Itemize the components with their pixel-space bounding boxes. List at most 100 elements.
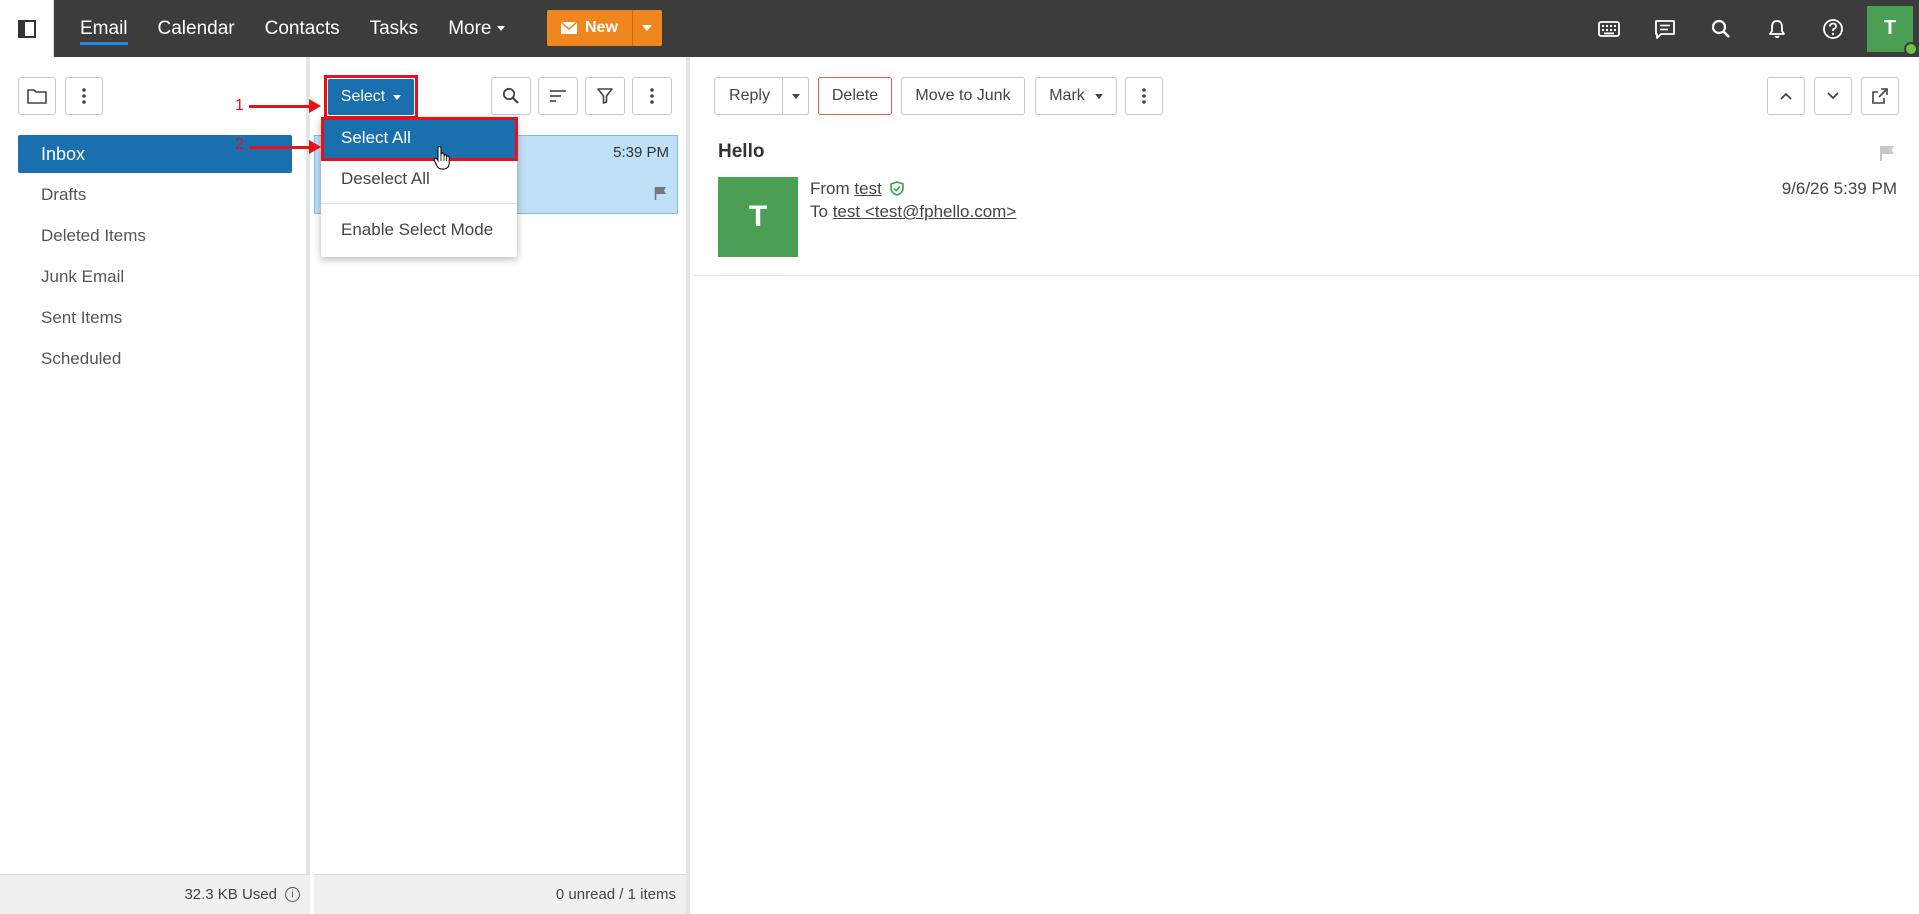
sender-name-link[interactable]: test	[854, 179, 881, 198]
menu-item-deselect-all[interactable]: Deselect All	[321, 159, 517, 199]
verified-shield-icon	[889, 181, 904, 196]
chevron-down-icon	[1094, 93, 1103, 99]
reader-more-button[interactable]	[1125, 77, 1163, 115]
more-vertical-icon	[1142, 88, 1146, 104]
sidebar-toggle-button[interactable]	[0, 0, 54, 57]
nav-contacts[interactable]: Contacts	[265, 18, 340, 40]
main-nav: Email Calendar Contacts Tasks More	[80, 0, 535, 57]
chevron-down-icon	[791, 93, 800, 99]
from-line: From test	[810, 179, 904, 199]
annotation-step-2: 2	[235, 136, 244, 153]
info-icon[interactable]: i	[285, 887, 300, 902]
nav-more-label: More	[448, 17, 492, 39]
mark-button-label: Mark	[1049, 87, 1085, 104]
online-status-indicator	[1904, 41, 1918, 56]
recipient-link[interactable]: test <test@fphello.com>	[833, 202, 1017, 221]
next-message-button[interactable]	[1814, 77, 1852, 115]
chat-button[interactable]	[1637, 0, 1693, 57]
storage-usage: 32.3 KB Used i	[0, 874, 310, 914]
sort-button[interactable]	[538, 77, 578, 115]
folder-item-scheduled[interactable]: Scheduled	[18, 340, 292, 378]
envelope-icon	[561, 22, 577, 34]
new-button-label: New	[585, 19, 618, 36]
top-bar: Email Calendar Contacts Tasks More New T	[0, 0, 1919, 57]
mark-button[interactable]: Mark	[1035, 77, 1117, 115]
chevron-up-icon	[1780, 92, 1792, 100]
filter-button[interactable]	[585, 77, 625, 115]
search-icon	[1711, 19, 1730, 38]
sort-icon	[550, 90, 566, 102]
list-search-button[interactable]	[491, 77, 531, 115]
delete-button[interactable]: Delete	[818, 77, 892, 115]
folder-item-drafts[interactable]: Drafts	[18, 176, 292, 214]
bell-icon	[1769, 19, 1785, 38]
chevron-down-icon	[1827, 92, 1839, 100]
folder-item-deleted-items[interactable]: Deleted Items	[18, 217, 292, 255]
message-time: 5:39 PM	[613, 144, 669, 161]
flag-icon[interactable]	[654, 186, 667, 200]
folder-pane: Inbox Drafts Deleted Items Junk Email Se…	[0, 57, 310, 914]
annotation-arrow-2-line	[249, 146, 311, 149]
sender-avatar: T	[718, 177, 798, 257]
list-more-button[interactable]	[632, 77, 672, 115]
to-line: To test <test@fphello.com>	[810, 202, 1016, 222]
folder-item-sent-items[interactable]: Sent Items	[18, 299, 292, 337]
annotation-arrow-1-line	[249, 105, 311, 108]
list-status-bar: 0 unread / 1 items	[314, 874, 686, 914]
previous-message-button[interactable]	[1767, 77, 1805, 115]
nav-tasks[interactable]: Tasks	[370, 18, 419, 40]
help-icon	[1823, 18, 1843, 39]
chevron-down-icon	[642, 25, 653, 31]
sidebar-toggle-icon	[17, 19, 36, 38]
folder-more-button[interactable]	[65, 77, 103, 115]
nav-more[interactable]: More	[448, 17, 506, 40]
select-button[interactable]: Select	[328, 79, 414, 115]
to-label: To	[810, 202, 828, 221]
new-button-group: New	[547, 10, 662, 46]
storage-used-text: 32.3 KB Used	[184, 886, 277, 903]
notifications-button[interactable]	[1749, 0, 1805, 57]
from-label: From	[810, 179, 850, 198]
flag-icon[interactable]	[1879, 145, 1895, 161]
move-to-junk-button[interactable]: Move to Junk	[901, 77, 1025, 115]
menu-item-enable-select-mode[interactable]: Enable Select Mode	[321, 210, 517, 250]
new-message-button[interactable]: New	[547, 10, 632, 46]
sender-avatar-initial: T	[748, 200, 768, 233]
folder-item-junk-email[interactable]: Junk Email	[18, 258, 292, 296]
annotation-step-1: 1	[235, 97, 244, 114]
keyboard-icon	[1598, 20, 1620, 37]
reply-options-button[interactable]	[782, 77, 809, 115]
folder-icon	[27, 89, 47, 104]
hand-cursor-icon	[433, 146, 450, 170]
message-subject: Hello	[718, 141, 765, 162]
user-avatar-initial: T	[1883, 17, 1897, 39]
select-button-label: Select	[340, 88, 386, 105]
user-avatar[interactable]: T	[1867, 5, 1918, 56]
search-icon	[502, 87, 519, 104]
reading-pane: Reply Delete Move to Junk Mark Hello T F…	[694, 57, 1919, 914]
folder-list: Inbox Drafts Deleted Items Junk Email Se…	[18, 135, 292, 381]
pop-out-button[interactable]	[1861, 77, 1899, 115]
keyboard-shortcuts-button[interactable]	[1581, 0, 1637, 57]
chevron-down-icon	[497, 25, 506, 31]
search-button[interactable]	[1693, 0, 1749, 57]
filter-icon	[597, 88, 613, 104]
nav-email[interactable]: Email	[80, 18, 128, 45]
annotation-highlight-select-all	[321, 117, 518, 161]
nav-calendar[interactable]: Calendar	[158, 18, 235, 40]
move-to-junk-label: Move to Junk	[915, 87, 1011, 104]
chat-icon	[1655, 19, 1675, 39]
chevron-down-icon	[393, 94, 402, 100]
help-button[interactable]	[1805, 0, 1861, 57]
annotation-arrow-2-head	[309, 140, 321, 154]
top-tools: T	[1581, 0, 1919, 57]
delete-button-label: Delete	[831, 87, 879, 104]
reply-button-label: Reply	[729, 87, 770, 104]
more-vertical-icon	[650, 88, 654, 104]
folder-button[interactable]	[18, 77, 56, 115]
message-date: 9/6/26 5:39 PM	[1781, 179, 1897, 198]
unread-count-text: 0 unread / 1 items	[555, 886, 676, 903]
menu-divider	[321, 203, 517, 204]
folder-item-inbox[interactable]: Inbox	[18, 135, 292, 173]
new-dropdown-button[interactable]	[631, 10, 662, 46]
